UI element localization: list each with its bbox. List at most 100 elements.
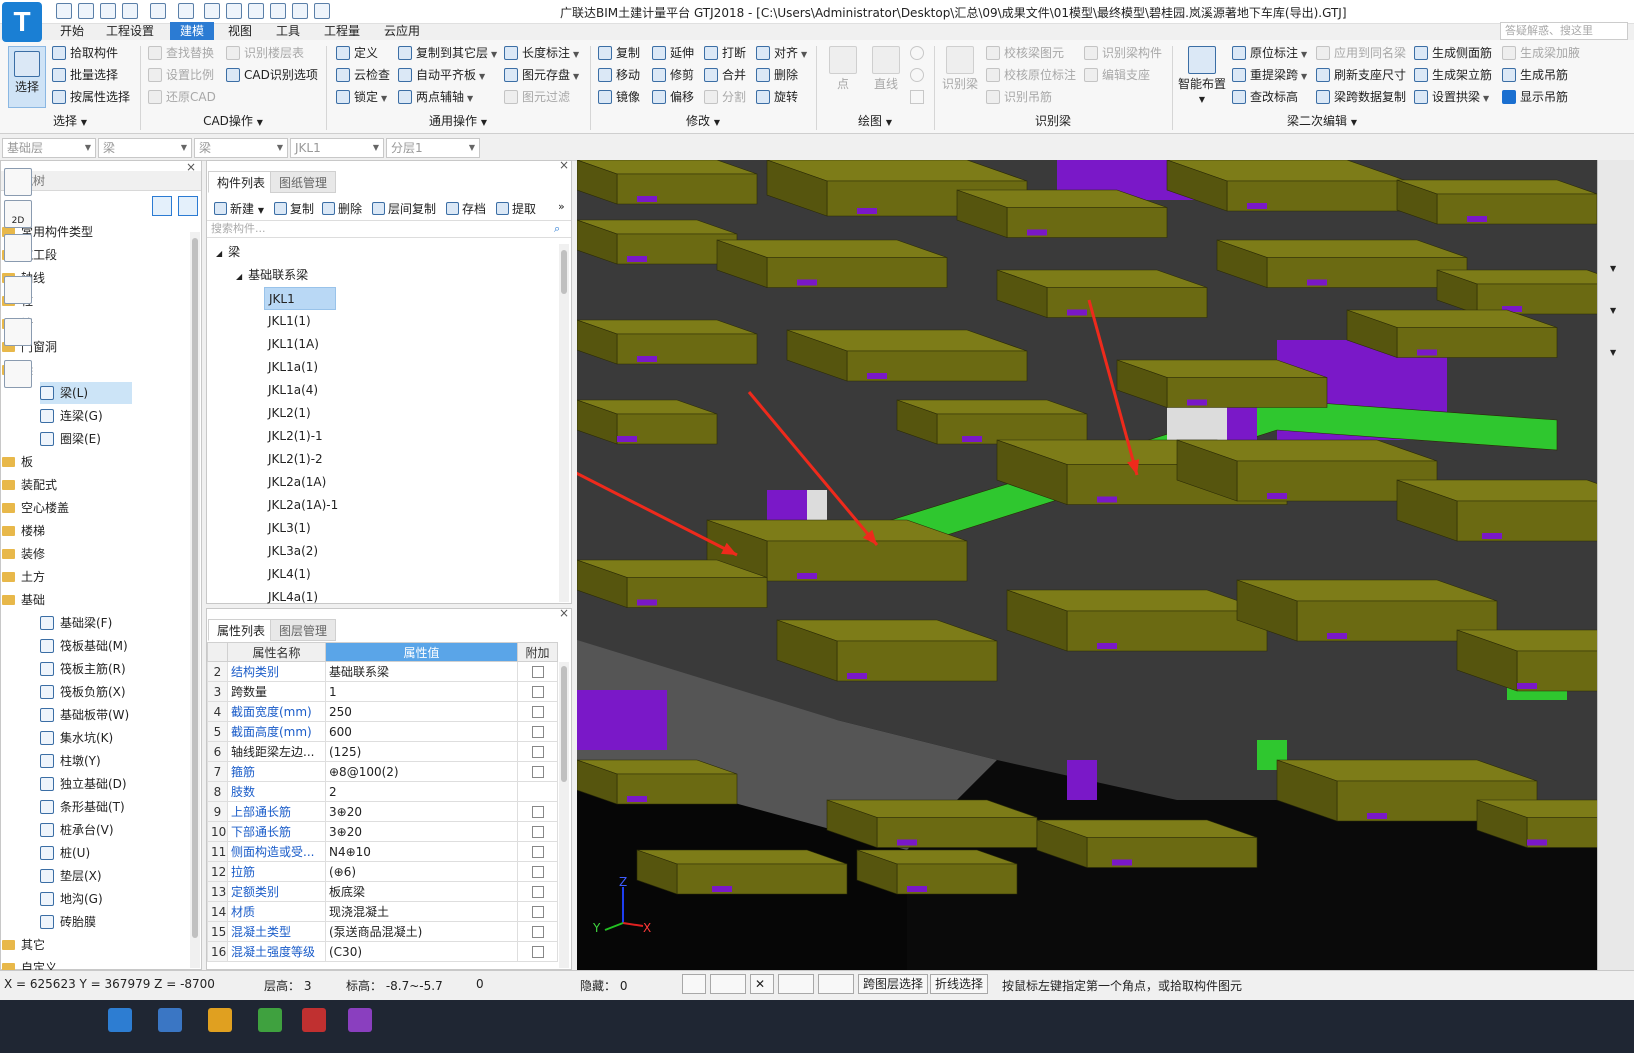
- box-view-icon[interactable]: [4, 276, 32, 304]
- taskbar-chat-icon[interactable]: [258, 1008, 282, 1032]
- measure-icon[interactable]: [270, 3, 286, 19]
- list-view-icon[interactable]: [152, 196, 172, 216]
- element-filter-button[interactable]: 图元过滤: [502, 87, 570, 107]
- extra-checkbox[interactable]: [517, 861, 558, 882]
- break-button[interactable]: 打断: [702, 43, 746, 63]
- checkbox-icon[interactable]: [531, 906, 544, 918]
- extra-checkbox[interactable]: [517, 741, 558, 762]
- property-row[interactable]: 9 上部通长筋 3⊕20: [207, 801, 558, 822]
- recognize-beam-button[interactable]: 识别梁: [940, 46, 980, 92]
- column[interactable]: [1067, 760, 1097, 800]
- circle-icon[interactable]: [910, 68, 924, 82]
- close-icon[interactable]: ×: [559, 158, 569, 172]
- tab-quantity[interactable]: 工程量: [316, 22, 368, 40]
- tree-group-foundation-tie-beam[interactable]: ◢ 基础联系梁: [236, 264, 308, 286]
- property-row[interactable]: 4 截面宽度(mm) 250: [207, 701, 558, 722]
- nav-category[interactable]: 基础: [2, 589, 45, 611]
- property-scrollbar[interactable]: [559, 662, 569, 968]
- nav-category[interactable]: 土方: [2, 566, 45, 588]
- rectangle-icon[interactable]: [910, 90, 924, 104]
- check-elevation-button[interactable]: 查改标高: [1230, 87, 1298, 107]
- property-row[interactable]: 13 定额类别 板底梁: [207, 881, 558, 902]
- nav-scrollbar[interactable]: [190, 232, 200, 968]
- recognize-hanger-button[interactable]: 识别吊筋: [984, 87, 1052, 107]
- checkbox-icon[interactable]: [531, 866, 544, 878]
- extra-checkbox[interactable]: [517, 921, 558, 942]
- property-value[interactable]: (泵送商品混凝土): [325, 921, 518, 942]
- property-value[interactable]: 1: [325, 681, 518, 702]
- nav-subitem[interactable]: 筏板负筋(X): [40, 681, 126, 703]
- column-stub[interactable]: [1482, 533, 1502, 539]
- column-stub[interactable]: [1097, 496, 1117, 503]
- column-stub[interactable]: [1067, 309, 1087, 316]
- property-value[interactable]: (C30): [325, 941, 518, 962]
- property-row[interactable]: 16 混凝土强度等级 (C30): [207, 941, 558, 962]
- nav-category[interactable]: 装修: [2, 543, 45, 565]
- tab-project-settings[interactable]: 工程设置: [98, 22, 162, 40]
- find-replace-button[interactable]: 查找替换: [146, 43, 214, 63]
- extra-checkbox[interactable]: [517, 681, 558, 702]
- undo-icon[interactable]: [122, 3, 138, 19]
- component-subtype-select[interactable]: 梁 ▼: [194, 138, 288, 158]
- column-stub[interactable]: [1417, 349, 1437, 356]
- taskbar-browser-icon[interactable]: [302, 1008, 326, 1032]
- move-button[interactable]: 移动: [596, 65, 640, 85]
- copy-component-button[interactable]: 复制: [272, 199, 314, 219]
- copy-button[interactable]: 复制: [596, 43, 640, 63]
- component-name-select[interactable]: JKL1 ▼: [290, 138, 384, 158]
- column-stub[interactable]: [797, 573, 817, 579]
- property-value[interactable]: ⊕8@100(2): [325, 761, 518, 782]
- property-row[interactable]: 8 肢数 2: [207, 781, 558, 802]
- property-value[interactable]: 板底梁: [325, 881, 518, 902]
- property-value[interactable]: 基础联系梁: [325, 661, 518, 682]
- extra-checkbox[interactable]: [517, 881, 558, 902]
- recognize-floor-table-button[interactable]: 识别楼层表: [224, 43, 304, 63]
- nav-category[interactable]: 其它: [2, 934, 45, 956]
- edit-support-button[interactable]: 编辑支座: [1082, 65, 1150, 85]
- nav-subitem[interactable]: 独立基础(D): [40, 773, 127, 795]
- 2d-view-button[interactable]: 2D: [4, 200, 32, 228]
- column-stub[interactable]: [907, 886, 927, 892]
- taskbar-media-icon[interactable]: [348, 1008, 372, 1032]
- detail-view-icon[interactable]: [178, 196, 198, 216]
- new-file-icon[interactable]: [56, 3, 72, 19]
- generate-hanger-rebar-button[interactable]: 生成吊筋: [1500, 65, 1568, 85]
- nav-subitem[interactable]: 梁(L): [40, 382, 132, 404]
- property-row[interactable]: 6 轴线距梁左边... (125): [207, 741, 558, 762]
- column-stub[interactable]: [857, 208, 877, 214]
- split-button[interactable]: 分割: [702, 87, 746, 107]
- view-icon[interactable]: [178, 3, 194, 19]
- help-search-input[interactable]: 答疑解惑、搜这里: [1500, 22, 1628, 40]
- set-arch-beam-button[interactable]: 设置拱梁 ▼: [1412, 87, 1489, 107]
- angle-toggle-icon[interactable]: [778, 974, 814, 994]
- pile-cap-side[interactable]: [766, 257, 948, 288]
- hash-icon[interactable]: [292, 3, 308, 19]
- checkbox-icon[interactable]: [531, 946, 544, 958]
- property-row[interactable]: 15 混凝土类型 (泵送商品混凝土): [207, 921, 558, 942]
- new-component-button[interactable]: 新建 ▼: [212, 199, 264, 219]
- column[interactable]: [577, 690, 667, 750]
- tree-root-beam[interactable]: ◢ 梁: [216, 241, 240, 263]
- checkbox-icon[interactable]: [531, 766, 544, 778]
- taskbar-window-icon[interactable]: [158, 1008, 182, 1032]
- checkbox-icon[interactable]: [531, 826, 544, 838]
- 3d-cube-icon[interactable]: [4, 234, 32, 262]
- column-stub[interactable]: [1112, 859, 1132, 866]
- merge-button[interactable]: 合并: [702, 65, 746, 85]
- cloud-check-button[interactable]: 云检查: [334, 65, 390, 85]
- tab-tools[interactable]: 工具: [268, 22, 308, 40]
- globe-icon[interactable]: [4, 168, 32, 196]
- tab-modeling[interactable]: 建模: [170, 22, 214, 40]
- check-beam-element-button[interactable]: 校核梁图元: [984, 43, 1064, 63]
- pick-component-button[interactable]: 拾取构件: [50, 43, 118, 63]
- column-stub[interactable]: [712, 886, 732, 892]
- tab-drawing-manage[interactable]: 图纸管理: [270, 171, 337, 193]
- property-value[interactable]: 3⊕20: [325, 821, 518, 842]
- arc-icon[interactable]: [910, 46, 924, 60]
- extra-checkbox[interactable]: [517, 801, 558, 822]
- nav-subitem[interactable]: 筏板主筋(R): [40, 658, 126, 680]
- pile-cap-side[interactable]: [1476, 283, 1597, 315]
- component-scrollbar[interactable]: [559, 244, 569, 602]
- component-type-select[interactable]: 梁 ▼: [98, 138, 192, 158]
- property-row[interactable]: 10 下部通长筋 3⊕20: [207, 821, 558, 842]
